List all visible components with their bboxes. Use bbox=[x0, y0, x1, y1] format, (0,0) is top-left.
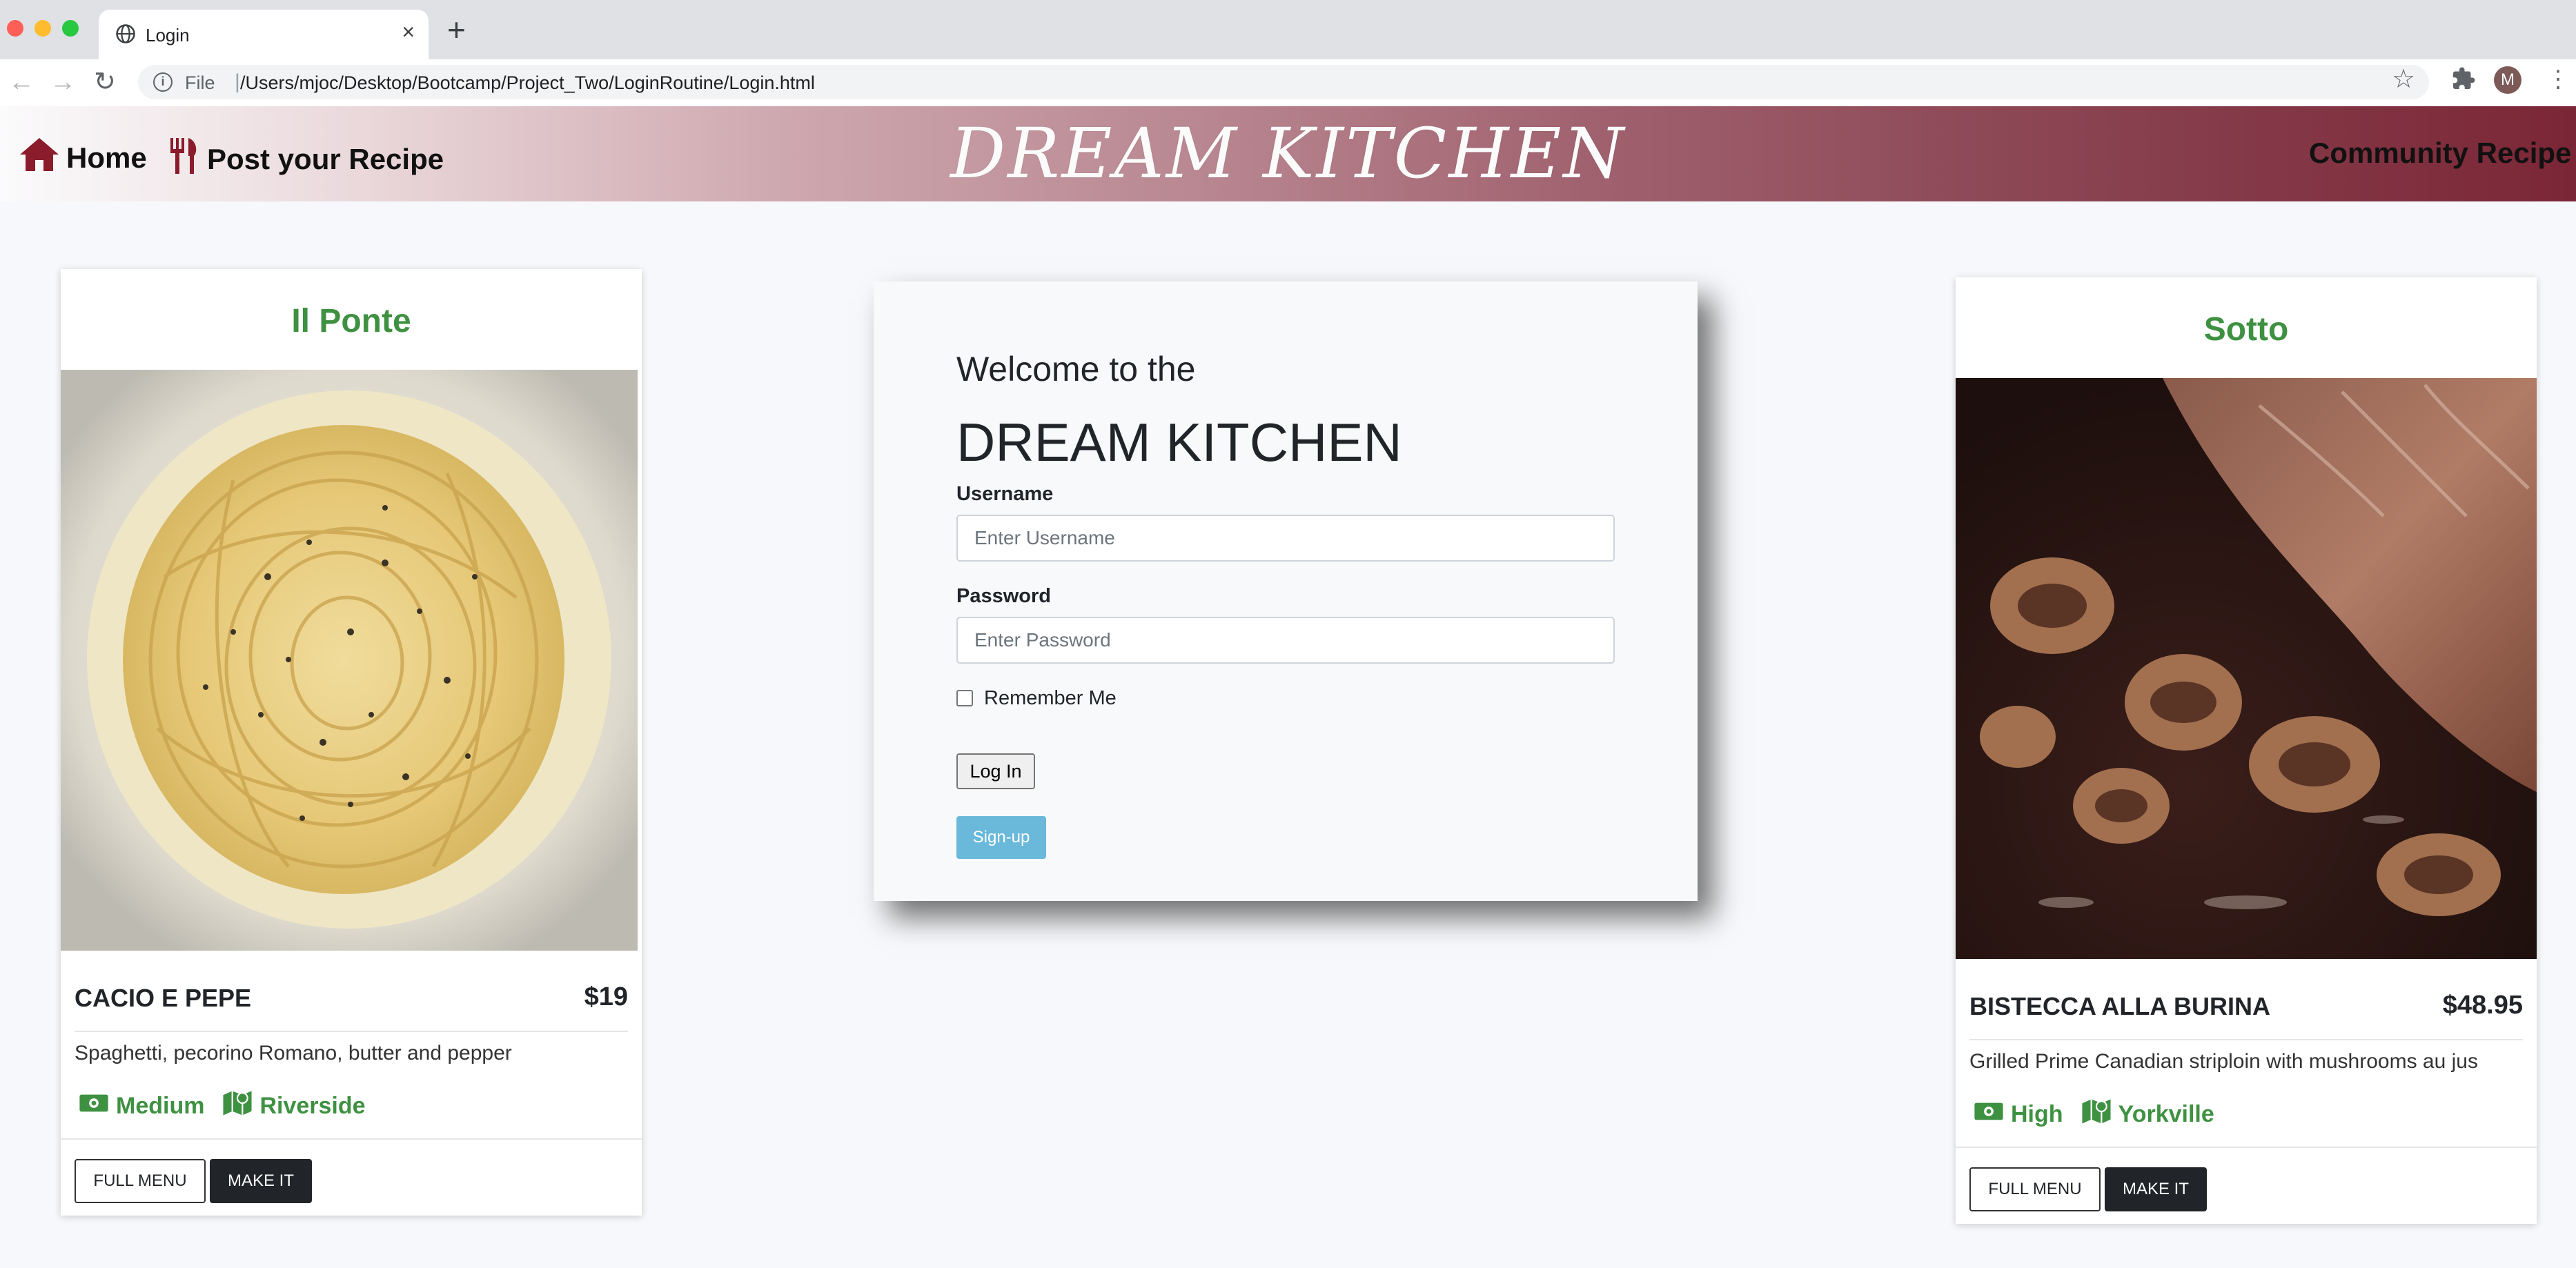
extensions-puzzle-icon[interactable] bbox=[2451, 66, 2476, 95]
browser-tab-strip: Login × + bbox=[0, 0, 2576, 59]
full-menu-button[interactable]: FULL MENU bbox=[1969, 1167, 2101, 1211]
browser-toolbar: ← → ↻ i File | /Users/mjoc/Desktop/Bootc… bbox=[0, 59, 2576, 106]
url-scheme-label: File bbox=[185, 72, 215, 93]
home-icon bbox=[18, 137, 61, 179]
username-label: Username bbox=[956, 483, 1054, 505]
browser-menu-icon[interactable]: ⋮ bbox=[2546, 68, 2570, 91]
make-it-button[interactable]: MAKE IT bbox=[2105, 1167, 2207, 1211]
card-price: $48.95 bbox=[2442, 991, 2523, 1020]
card-footer: FULL MENU MAKE IT bbox=[61, 1138, 642, 1216]
remember-me-checkbox[interactable] bbox=[956, 690, 973, 706]
card-tags: High Yorkville bbox=[1974, 1097, 2214, 1132]
make-it-button[interactable]: MAKE IT bbox=[210, 1159, 312, 1203]
utensils-icon bbox=[167, 137, 201, 182]
password-label: Password bbox=[956, 585, 1051, 607]
full-menu-button[interactable]: FULL MENU bbox=[75, 1159, 206, 1203]
welcome-heading: Welcome to the bbox=[956, 350, 1196, 388]
back-arrow-icon[interactable]: ← bbox=[8, 69, 35, 95]
maximize-window-button[interactable] bbox=[62, 20, 79, 37]
globe-icon bbox=[115, 23, 136, 48]
remember-me-label: Remember Me bbox=[984, 687, 1117, 709]
username-input[interactable] bbox=[956, 515, 1615, 562]
browser-tab-login[interactable]: Login × bbox=[99, 10, 429, 59]
area-tag: Yorkville bbox=[2081, 1097, 2214, 1132]
card-footer: FULL MENU MAKE IT bbox=[1956, 1147, 2537, 1224]
card-dish-name: CACIO E PEPE bbox=[75, 984, 252, 1012]
card-divider bbox=[75, 1031, 628, 1032]
price-level-tag: High bbox=[1974, 1100, 2063, 1129]
log-in-button[interactable]: Log In bbox=[956, 753, 1035, 789]
price-level-tag: Medium bbox=[79, 1091, 204, 1121]
card-tags: Medium Riverside bbox=[79, 1089, 366, 1124]
map-icon bbox=[2081, 1097, 2112, 1132]
cacio-e-pepe-photo bbox=[61, 370, 638, 951]
url-text[interactable]: /Users/mjoc/Desktop/Bootcamp/Project_Two… bbox=[240, 72, 815, 94]
site-navbar: DREAM KITCHEN Home Post your Recipe Comm… bbox=[0, 106, 2576, 201]
area-label: Yorkville bbox=[2118, 1101, 2214, 1127]
card-description: Grilled Prime Canadian striploin with mu… bbox=[1969, 1050, 2478, 1073]
card-price: $19 bbox=[584, 982, 628, 1011]
sign-up-button[interactable]: Sign-up bbox=[956, 816, 1046, 859]
area-label: Riverside bbox=[259, 1093, 366, 1119]
bookmark-star-icon[interactable]: ☆ bbox=[2392, 66, 2415, 92]
forward-arrow-icon[interactable]: → bbox=[50, 69, 76, 95]
map-icon bbox=[222, 1089, 253, 1124]
login-brand-heading: DREAM KITCHEN bbox=[956, 412, 1402, 473]
close-window-button[interactable] bbox=[7, 20, 23, 37]
nav-post-recipe-link[interactable]: Post your Recipe bbox=[167, 137, 444, 182]
card-restaurant-name: Sotto bbox=[2203, 311, 2289, 348]
money-bill-icon bbox=[79, 1091, 109, 1121]
info-icon[interactable]: i bbox=[153, 72, 173, 92]
bistecca-photo bbox=[1956, 378, 2537, 959]
reload-icon[interactable]: ↻ bbox=[94, 69, 116, 95]
minimize-window-button[interactable] bbox=[35, 20, 51, 37]
nav-home-label: Home bbox=[66, 141, 147, 174]
price-level-label: Medium bbox=[116, 1093, 205, 1119]
close-tab-icon[interactable]: × bbox=[402, 19, 415, 45]
url-separator: | bbox=[235, 70, 240, 93]
nav-home-link[interactable]: Home bbox=[18, 137, 147, 179]
card-restaurant-name: Il Ponte bbox=[291, 303, 411, 339]
card-description: Spaghetti, pecorino Romano, butter and p… bbox=[75, 1042, 512, 1064]
password-input[interactable] bbox=[956, 617, 1615, 664]
new-tab-icon[interactable]: + bbox=[447, 14, 466, 46]
recipe-card-sotto: Sotto BISTECCA ALLA BURINA $48.95 Grille… bbox=[1956, 277, 2537, 1224]
area-tag: Riverside bbox=[222, 1089, 366, 1124]
login-panel: Welcome to the DREAM KITCHEN Username Pa… bbox=[874, 281, 1698, 901]
nav-community-recipe-link[interactable]: Community Recipe bbox=[2309, 137, 2571, 170]
card-divider bbox=[1969, 1039, 2523, 1040]
recipe-card-il-ponte: Il Ponte CACIO E PEPE $19 Spaghetti, pec… bbox=[61, 269, 642, 1216]
profile-avatar[interactable]: M bbox=[2494, 66, 2521, 94]
card-dish-name: BISTECCA ALLA BURINA bbox=[1969, 992, 2270, 1020]
nav-post-recipe-label: Post your Recipe bbox=[207, 143, 444, 175]
money-bill-icon bbox=[1974, 1100, 2004, 1129]
address-bar[interactable]: i File | /Users/mjoc/Desktop/Bootcamp/Pr… bbox=[138, 65, 2429, 99]
price-level-label: High bbox=[2011, 1101, 2063, 1127]
tab-title: Login bbox=[146, 25, 190, 46]
